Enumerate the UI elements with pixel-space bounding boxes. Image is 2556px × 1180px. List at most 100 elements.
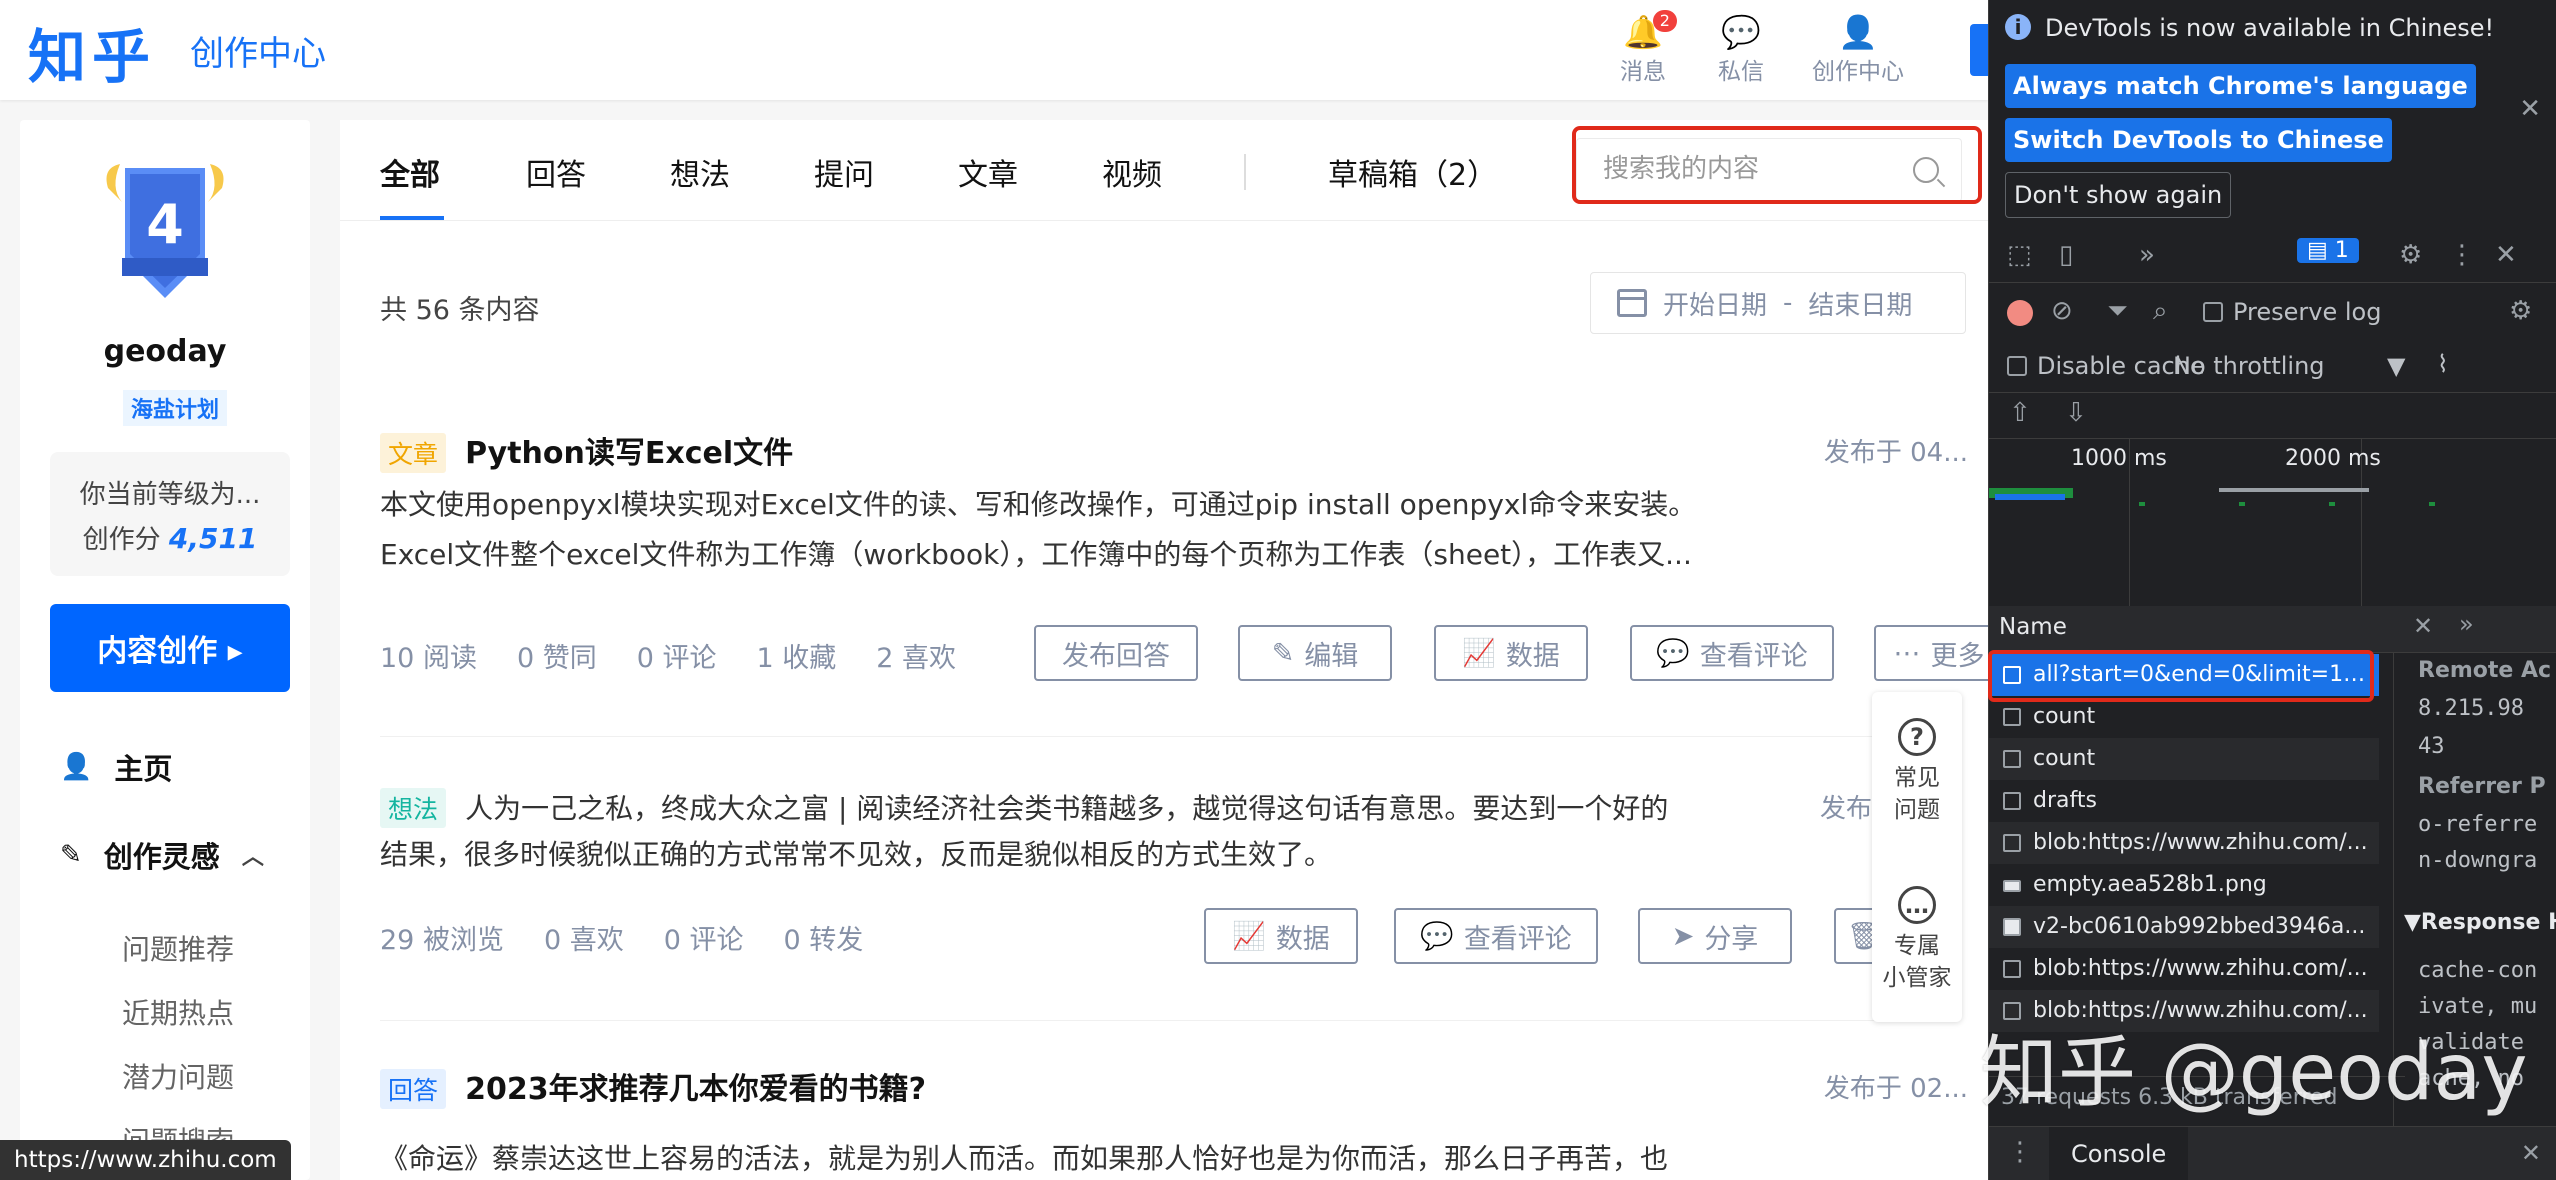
network-settings-icon[interactable]: ⚙ <box>2509 296 2532 326</box>
match-language-button[interactable]: Always match Chrome's language <box>2005 64 2476 108</box>
item-body[interactable]: 结果，很多时候貌似正确的方式常常不见效，反而是貌似相反的方式生效了。 <box>380 830 1988 880</box>
request-row[interactable]: count <box>1989 738 2379 780</box>
tab-ideas[interactable]: 想法 <box>670 150 730 194</box>
share-button[interactable]: ➤ 分享 <box>1638 908 1792 964</box>
stat-shares: 0 转发 <box>783 925 864 956</box>
data-button[interactable]: 📈 数据 <box>1434 625 1588 681</box>
filter-icon[interactable]: ⏷ <box>2107 296 2128 327</box>
chart-icon: 📈 <box>1462 638 1496 669</box>
zhihu-page: 知乎 创作中心 🔔 2 消息 💬 私信 👤 创作中心 4 geoday 海盐计划 … <box>0 0 1988 1180</box>
tab-answers[interactable]: 回答 <box>526 150 586 194</box>
upload-icon[interactable]: ⇧ <box>2009 398 2031 428</box>
start-date[interactable]: 开始日期 <box>1663 285 1767 322</box>
plan-badge[interactable]: 海盐计划 <box>123 390 228 426</box>
faq-button[interactable]: ? 常见 问题 <box>1872 718 1962 826</box>
view-comments-button[interactable]: 💬 查看评论 <box>1394 908 1598 964</box>
clear-icon[interactable]: ⊘ <box>2051 296 2073 326</box>
inspect-icon[interactable]: ⬚ <box>2007 240 2032 270</box>
assistant-line2: 小管家 <box>1882 965 1952 991</box>
gear-icon[interactable]: ⚙ <box>2399 240 2422 270</box>
level-number: 4 <box>146 193 184 256</box>
tab-videos[interactable]: 视频 <box>1102 150 1162 194</box>
publish-answer-button[interactable]: 发布回答 <box>1034 625 1198 681</box>
request-name: count <box>2033 746 2096 771</box>
level-box[interactable]: 你当前等级为... 创作分 4,511 <box>50 452 290 576</box>
request-name: v2-bc0610ab992bbed3946a... <box>2033 914 2366 939</box>
devtools-main-toolbar: ⬚ ▯ » ▤ 1 ⚙ ⋮ ✕ <box>1989 226 2556 283</box>
close-detail-icon[interactable]: ✕ <box>2413 612 2433 640</box>
request-row[interactable]: empty.aea528b1.png <box>1989 864 2379 906</box>
request-row[interactable]: drafts <box>1989 780 2379 822</box>
wifi-settings-icon[interactable]: ⌇ <box>2437 350 2449 378</box>
request-icon <box>2003 960 2021 978</box>
preserve-log-checkbox[interactable] <box>2203 302 2223 322</box>
request-row[interactable]: count <box>1989 696 2379 738</box>
item-title[interactable]: Python读写Excel文件 <box>465 436 793 471</box>
tab-drafts[interactable]: 草稿箱（2） <box>1328 150 1497 194</box>
edit-button[interactable]: ✎ 编辑 <box>1238 625 1392 681</box>
date-range-picker[interactable]: 开始日期 - 结束日期 <box>1590 272 1966 334</box>
sidebar-subitem-question-recommend[interactable]: 问题推荐 <box>122 928 234 968</box>
tab-articles[interactable]: 文章 <box>958 150 1018 194</box>
end-date[interactable]: 结束日期 <box>1808 285 1912 322</box>
user-name[interactable]: geoday <box>20 334 310 369</box>
nav-creator-center[interactable]: 👤 创作中心 <box>1812 12 1904 86</box>
search-icon[interactable]: ⌕ <box>2153 296 2168 327</box>
pencil-icon: ✎ <box>1271 637 1295 669</box>
content-create-button[interactable]: 内容创作 ▸ <box>50 604 290 692</box>
write-button-edge[interactable] <box>1970 24 1988 76</box>
name-column-header[interactable]: Name ✕ » <box>1989 606 2556 653</box>
timeline-bar <box>2139 502 2145 506</box>
item-title[interactable]: 人为一己之私，终成大众之富 | 阅读经济社会类书籍越多，越觉得这句话有意思。要达… <box>465 792 1668 825</box>
sidebar-subitem-hot[interactable]: 近期热点 <box>122 992 234 1032</box>
sidebar-item-home[interactable]: 👤 主页 <box>60 746 172 788</box>
download-icon[interactable]: ⇩ <box>2065 398 2087 428</box>
item-title[interactable]: 2023年求推荐几本你爱看的书籍? <box>465 1072 926 1107</box>
dropdown-arrow-icon[interactable]: ▼ <box>2387 352 2405 380</box>
close-infobar-icon[interactable]: ✕ <box>2519 94 2541 124</box>
creator-icon: 👤 <box>1838 13 1878 51</box>
switch-chinese-button[interactable]: Switch DevTools to Chinese <box>2005 118 2392 162</box>
tab-questions[interactable]: 提问 <box>814 150 874 194</box>
item-divider <box>380 1020 1940 1021</box>
nav-messages[interactable]: 🔔 2 消息 <box>1620 10 1677 86</box>
sidebar-item-inspiration[interactable]: ✎ 创作灵感 ︿ <box>60 834 264 876</box>
tab-all[interactable]: 全部 <box>380 150 440 194</box>
response-headers-toggle[interactable]: ▼Response H <box>2404 910 2556 935</box>
item-body[interactable]: 本文使用openpyxl模块实现对Excel文件的读、写和修改操作，可通过pip… <box>380 480 1988 580</box>
zhihu-logo[interactable]: 知乎 <box>28 10 156 94</box>
request-row[interactable]: blob:https://www.zhihu.com/... <box>1989 822 2379 864</box>
timeline-label-1000: 1000 ms <box>2071 446 2167 471</box>
view-comments-button[interactable]: 💬 查看评论 <box>1630 625 1834 681</box>
disable-cache-checkbox[interactable] <box>2007 356 2027 376</box>
network-timeline[interactable]: 1000 ms 2000 ms <box>1989 438 2556 609</box>
request-icon <box>2003 708 2021 726</box>
request-row[interactable]: blob:https://www.zhihu.com/... <box>1989 948 2379 990</box>
message-count-badge[interactable]: ▤ 1 <box>2297 238 2359 263</box>
assistant-button[interactable]: … 专属 小管家 <box>1872 886 1962 994</box>
more-tabs-icon[interactable]: » <box>2459 610 2474 638</box>
detail-line: n-downgra <box>2418 848 2538 873</box>
more-tabs-icon[interactable]: » <box>2139 240 2155 270</box>
data-button[interactable]: 📈 数据 <box>1204 908 1358 964</box>
detail-line: Remote Ac <box>2418 658 2552 683</box>
item-body[interactable]: 《命运》蔡崇达这世上容易的活法，就是为别人而活。而如果那人恰好也是为你而活，那么… <box>380 1134 1988 1180</box>
tab-console[interactable]: Console <box>2049 1127 2189 1180</box>
kebab-menu-icon[interactable]: ⋮ <box>2449 240 2475 270</box>
bell-icon: 🔔 2 <box>1623 10 1677 52</box>
idea-tag: 想法 <box>380 788 447 828</box>
close-devtools-icon[interactable]: ✕ <box>2495 240 2517 270</box>
throttling-select[interactable]: No throttling <box>2173 352 2325 380</box>
request-row[interactable]: v2-bc0610ab992bbed3946a... <box>1989 906 2379 948</box>
close-drawer-icon[interactable]: ✕ <box>2521 1139 2541 1167</box>
drawer-menu-icon[interactable]: ⋮ <box>2007 1137 2033 1167</box>
record-icon[interactable] <box>2007 300 2033 326</box>
creator-center-title[interactable]: 创作中心 <box>190 26 326 75</box>
more-button[interactable]: ⋯ 更多 <box>1874 625 1988 681</box>
dont-show-button[interactable]: Don't show again <box>2005 172 2232 218</box>
nav-private-messages[interactable]: 💬 私信 <box>1718 12 1764 86</box>
device-toggle-icon[interactable]: ▯ <box>2059 240 2073 270</box>
list-item: 想法 人为一己之私，终成大众之富 | 阅读经济社会类书籍越多，越觉得这句话有意思… <box>380 784 1840 834</box>
sidebar-subitem-potential[interactable]: 潜力问题 <box>122 1056 234 1096</box>
level-text: 你当前等级为... <box>79 480 261 510</box>
